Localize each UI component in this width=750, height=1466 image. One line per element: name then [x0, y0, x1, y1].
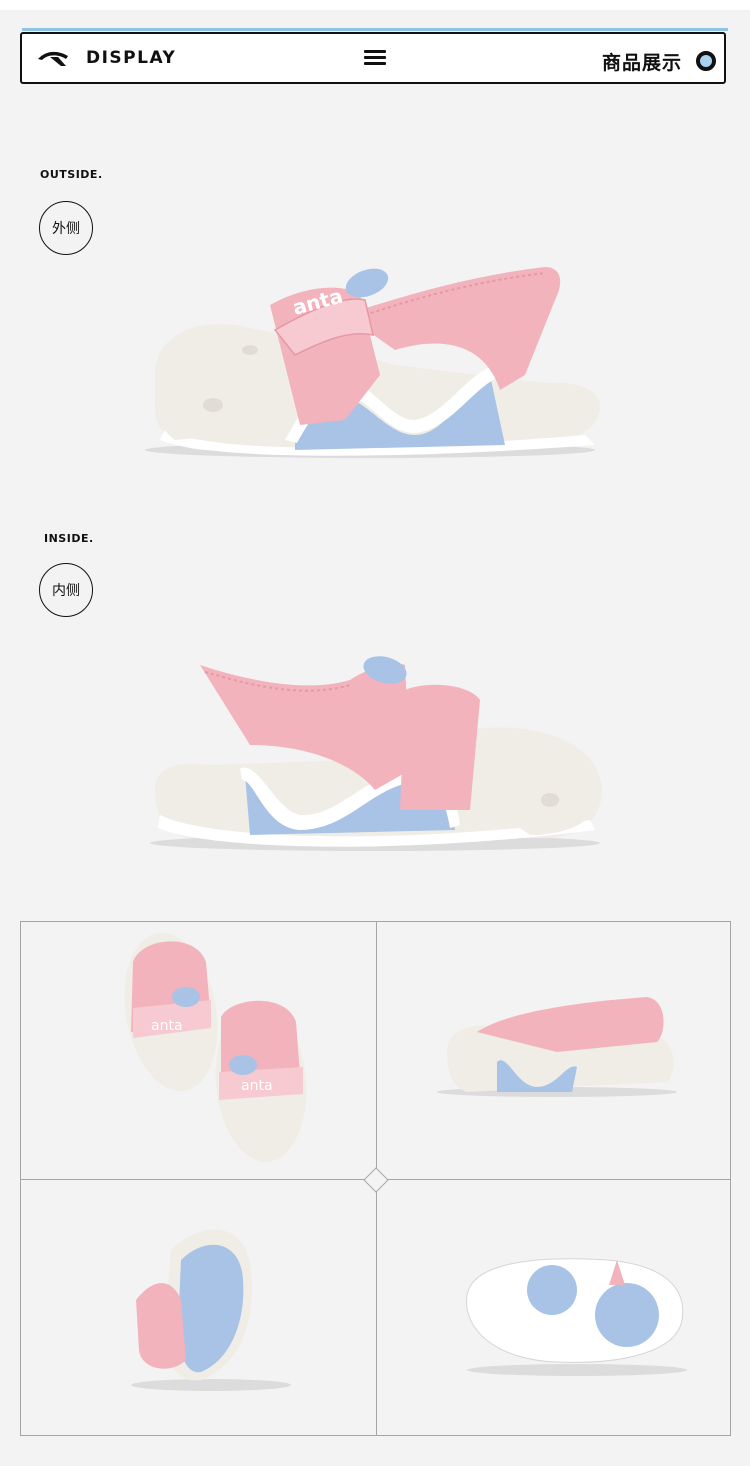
section-title: 商品展示 [601, 52, 682, 74]
outside-badge-text: 外侧 [52, 221, 80, 237]
sandal-angle-view-image [437, 997, 677, 1097]
detail-image-grid: anta anta [20, 921, 731, 1436]
sandal-top-view-image: anta anta [124, 932, 307, 1162]
brand-title: DISPLAY [86, 48, 177, 68]
sandal-outsole-image [466, 1258, 687, 1376]
hamburger-menu-icon[interactable] [362, 46, 388, 70]
accent-line [22, 28, 728, 31]
inside-badge: 内侧 [39, 563, 93, 617]
sandal-sole-heel-image [131, 1229, 291, 1391]
inside-label: INSIDE. [44, 532, 94, 545]
sandal-inside-image [150, 656, 602, 851]
outside-label: OUTSIDE. [40, 168, 103, 181]
site-header: DISPLAY 商品展示 [20, 32, 726, 84]
outside-badge: 外侧 [39, 201, 93, 255]
inside-badge-text: 内侧 [52, 583, 80, 599]
top-strip [0, 0, 750, 31]
strap-logo-text-2: anta [241, 1078, 273, 1094]
brand-logo-icon[interactable] [36, 48, 70, 68]
status-dot-icon[interactable] [696, 51, 716, 71]
sandal-outside-image: anta [145, 267, 600, 458]
strap-logo-text-1: anta [151, 1018, 183, 1034]
